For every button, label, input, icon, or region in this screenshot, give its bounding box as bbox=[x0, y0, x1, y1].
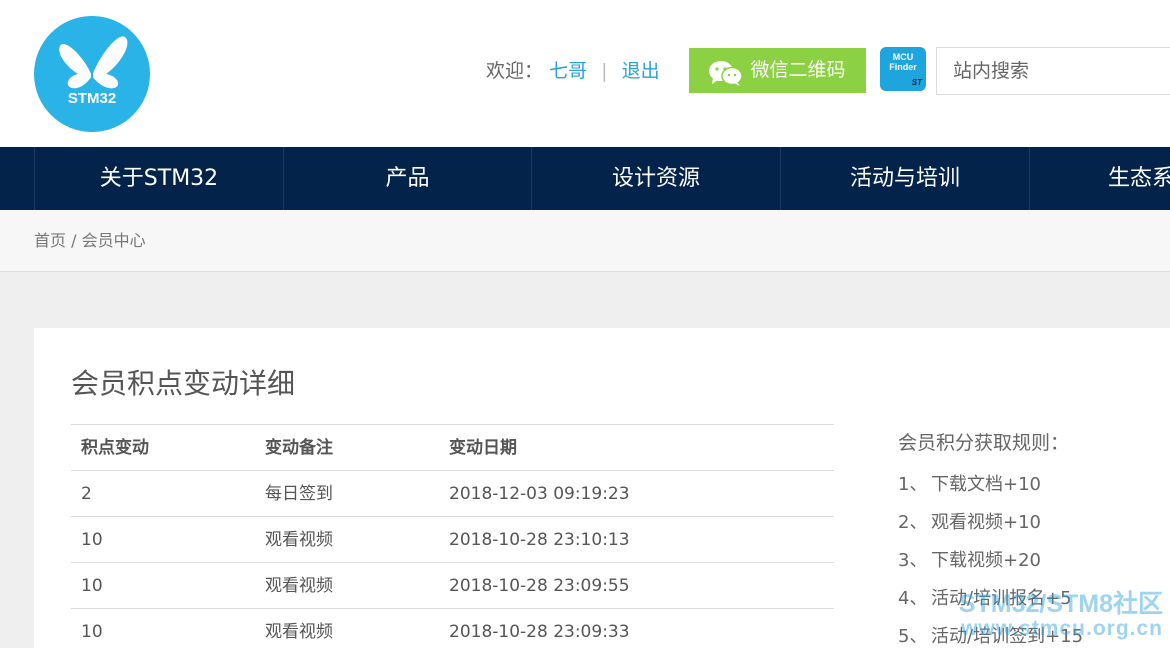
cell-date: 2018-10-28 23:10:13 bbox=[449, 530, 630, 550]
column-header-date: 变动日期 bbox=[449, 438, 517, 458]
cell-date: 2018-10-28 23:09:55 bbox=[449, 576, 630, 596]
table-header-row: 积点变动 变动备注 变动日期 bbox=[71, 425, 834, 471]
rule-text: 下载文档+10 bbox=[931, 474, 1041, 495]
wechat-button-label: 微信二维码 bbox=[750, 59, 846, 81]
cell-date: 2018-10-28 23:09:33 bbox=[449, 622, 630, 642]
cell-note: 观看视频 bbox=[265, 576, 333, 596]
nav-item-events-training[interactable]: 活动与培训 bbox=[780, 147, 1029, 210]
rule-number: 5、 bbox=[898, 626, 928, 647]
nav-item-ecosystem[interactable]: 生态系统 bbox=[1029, 147, 1170, 210]
rule-number: 1、 bbox=[898, 474, 928, 495]
breadcrumb-current: 会员中心 bbox=[81, 231, 146, 250]
nav-item-about-stm32[interactable]: 关于STM32 bbox=[34, 147, 283, 210]
cell-points: 10 bbox=[81, 530, 103, 550]
site-watermark: STM32/STM8社区 www.stmcu.org.cn bbox=[938, 590, 1163, 640]
rule-text: 下载视频+20 bbox=[931, 550, 1041, 571]
page-title: 会员积点变动详细 bbox=[71, 367, 296, 400]
cell-note: 观看视频 bbox=[265, 622, 333, 642]
cell-note: 每日签到 bbox=[265, 484, 333, 504]
username-link[interactable]: 七哥 bbox=[549, 60, 587, 82]
welcome-label: 欢迎： bbox=[486, 60, 544, 82]
table-row: 10 观看视频 2018-10-28 23:09:55 bbox=[71, 563, 834, 609]
stm32-logo[interactable]: STM32 bbox=[34, 16, 150, 132]
cell-date: 2018-12-03 09:19:23 bbox=[449, 484, 630, 504]
cell-note: 观看视频 bbox=[265, 530, 333, 550]
nav-item-products[interactable]: 产品 bbox=[283, 147, 531, 210]
mcu-finder-line2: Finder bbox=[889, 62, 917, 72]
table-row: 2 每日签到 2018-12-03 09:19:23 bbox=[71, 471, 834, 517]
wechat-qrcode-button[interactable]: 微信二维码 bbox=[689, 48, 866, 93]
cell-points: 10 bbox=[81, 622, 103, 642]
breadcrumb-home[interactable]: 首页 bbox=[34, 231, 66, 250]
table-row: 10 观看视频 2018-10-28 23:09:33 bbox=[71, 609, 834, 648]
column-header-points: 积点变动 bbox=[81, 438, 149, 458]
rule-item: 3、 下载视频+20 bbox=[898, 542, 1083, 580]
watermark-line1: STM32/STM8社区 bbox=[958, 590, 1163, 618]
cell-points: 2 bbox=[81, 484, 92, 504]
rule-item: 1、 下载文档+10 bbox=[898, 466, 1083, 504]
site-header: STM32 欢迎： 七哥 | 退出 微信二维码 MCU Finder ST 站内… bbox=[0, 0, 1170, 147]
points-table: 积点变动 变动备注 变动日期 2 每日签到 2018-12-03 09:19:2… bbox=[71, 424, 834, 648]
logo-text: STM32 bbox=[67, 90, 117, 107]
main-nav: 关于STM32 产品 设计资源 活动与培训 生态系统 bbox=[0, 147, 1170, 210]
rules-title: 会员积分获取规则： bbox=[898, 432, 1070, 454]
rule-number: 3、 bbox=[898, 550, 928, 571]
breadcrumb-bar: 首页 / 会员中心 bbox=[0, 210, 1170, 272]
logout-link[interactable]: 退出 bbox=[622, 60, 660, 82]
column-header-note: 变动备注 bbox=[265, 438, 333, 458]
wechat-icon bbox=[709, 58, 744, 86]
divider: | bbox=[601, 60, 608, 82]
search-input[interactable]: 站内搜索 bbox=[936, 47, 1170, 95]
st-logo-icon: ST bbox=[911, 78, 922, 87]
mcu-finder-button[interactable]: MCU Finder ST bbox=[880, 47, 926, 91]
nav-item-design-resources[interactable]: 设计资源 bbox=[531, 147, 780, 210]
breadcrumb: 首页 / 会员中心 bbox=[34, 230, 146, 252]
table-row: 10 观看视频 2018-10-28 23:10:13 bbox=[71, 517, 834, 563]
breadcrumb-separator: / bbox=[71, 231, 77, 250]
rule-text: 观看视频+10 bbox=[931, 512, 1041, 533]
mcu-finder-line1: MCU bbox=[892, 52, 914, 62]
butterfly-icon bbox=[59, 36, 128, 89]
cell-points: 10 bbox=[81, 576, 103, 596]
rule-number: 2、 bbox=[898, 512, 928, 533]
rule-number: 4、 bbox=[898, 588, 928, 609]
rule-item: 2、 观看视频+10 bbox=[898, 504, 1083, 542]
watermark-line2: www.stmcu.org.cn bbox=[961, 617, 1163, 640]
user-welcome: 欢迎： 七哥 | 退出 bbox=[486, 58, 660, 84]
